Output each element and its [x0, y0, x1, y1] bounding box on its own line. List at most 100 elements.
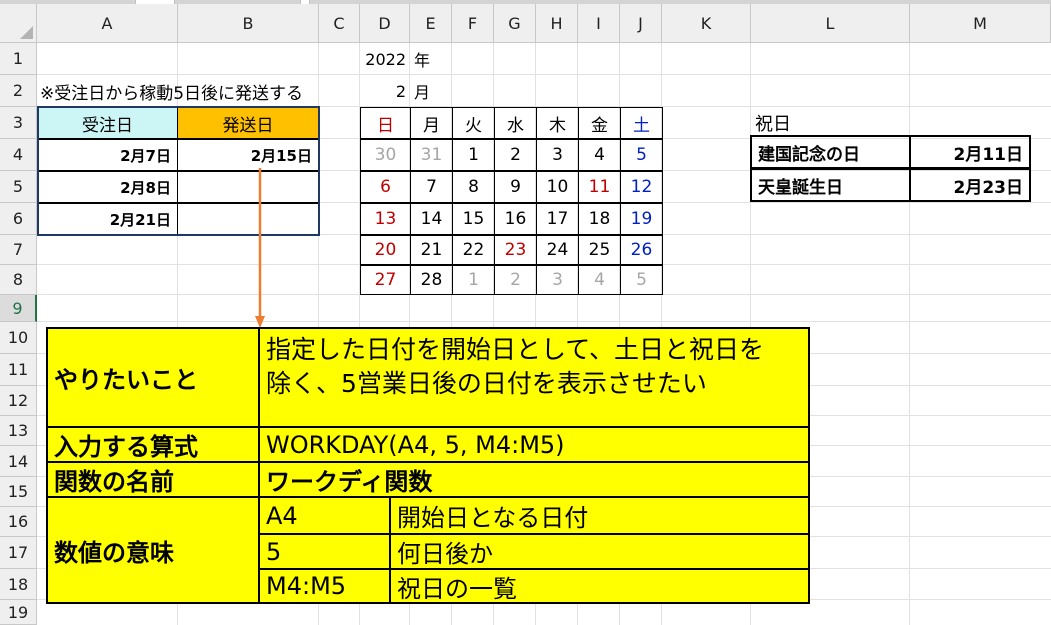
column-header-h[interactable]: H: [536, 4, 578, 43]
calendar-weekday[interactable]: 木: [536, 107, 579, 139]
calendar-day[interactable]: 3: [536, 265, 579, 295]
column-header-e[interactable]: E: [410, 4, 452, 43]
calendar-day[interactable]: 1: [452, 139, 495, 171]
calendar-day[interactable]: 1: [452, 265, 495, 295]
column-header-a[interactable]: A: [37, 4, 178, 43]
calendar-day[interactable]: 8: [452, 171, 495, 203]
holiday-name-cell[interactable]: 建国記念の日: [750, 135, 911, 169]
column-header-m[interactable]: M: [910, 4, 1051, 43]
calendar-day[interactable]: 9: [494, 171, 537, 203]
argument-name[interactable]: 5: [258, 533, 391, 570]
calendar-day[interactable]: 7: [410, 171, 453, 203]
month-unit: 月: [414, 83, 431, 102]
row-header-6[interactable]: 6: [0, 203, 37, 235]
formula-text[interactable]: WORKDAY(A4, 5, M4:M5): [258, 426, 810, 463]
calendar-day[interactable]: 24: [536, 235, 579, 265]
select-all-triangle-icon: [20, 26, 33, 39]
calendar-day[interactable]: 17: [536, 203, 579, 235]
row-header-19[interactable]: 19: [0, 600, 37, 625]
row-header-3[interactable]: 3: [0, 107, 37, 139]
calendar-day[interactable]: 28: [410, 265, 453, 295]
calendar-day[interactable]: 25: [578, 235, 621, 265]
calendar-weekday[interactable]: 月: [410, 107, 453, 139]
calendar-weekday[interactable]: 金: [578, 107, 621, 139]
calendar-day[interactable]: 20: [360, 235, 411, 265]
want-text-line1: 指定した日付を開始日として、土日と祝日を: [266, 335, 765, 364]
column-header-f[interactable]: F: [452, 4, 494, 43]
calendar-day[interactable]: 21: [410, 235, 453, 265]
calendar-day[interactable]: 5: [620, 139, 663, 171]
row-header-11[interactable]: 11: [0, 354, 37, 386]
row-header-13[interactable]: 13: [0, 416, 37, 446]
calendar-day[interactable]: 19: [620, 203, 663, 235]
calendar-weekday[interactable]: 土: [620, 107, 663, 139]
row-header-1[interactable]: 1: [0, 43, 37, 75]
calendar-day[interactable]: 2: [494, 139, 537, 171]
row-header-7[interactable]: 7: [0, 235, 37, 265]
gridline-horizontal: [37, 321, 1051, 322]
calendar-day[interactable]: 6: [360, 171, 411, 203]
function-name[interactable]: ワークディ関数: [258, 461, 810, 498]
want-text-line2: 除く、5営業日後の日付を表示させたい: [266, 369, 707, 398]
meaning-label[interactable]: 数値の意味: [46, 496, 260, 604]
pointer-arrow-icon: [255, 168, 265, 328]
row-header-9[interactable]: 9: [0, 295, 37, 322]
calendar-day[interactable]: 16: [494, 203, 537, 235]
calendar-day[interactable]: 15: [452, 203, 495, 235]
calendar-weekday[interactable]: 水: [494, 107, 537, 139]
shipping-note: ※受注日から稼動5日後に発送する: [40, 83, 304, 104]
calendar-day[interactable]: 18: [578, 203, 621, 235]
calendar-day[interactable]: 27: [360, 265, 411, 295]
calendar-day[interactable]: 4: [578, 265, 621, 295]
argument-meaning[interactable]: 祝日の一覧: [389, 568, 810, 604]
holiday-date-cell[interactable]: 2月11日: [909, 135, 1031, 169]
calendar-day[interactable]: 2: [494, 265, 537, 295]
row-header-15[interactable]: 15: [0, 477, 37, 507]
calendar-day[interactable]: 5: [620, 265, 663, 295]
calendar-day[interactable]: 11: [578, 171, 621, 203]
calendar-day[interactable]: 31: [410, 139, 453, 171]
column-header-k[interactable]: K: [662, 4, 751, 43]
gridline-vertical: [909, 43, 910, 625]
column-header-i[interactable]: I: [578, 4, 620, 43]
calendar-day[interactable]: 13: [360, 203, 411, 235]
row-header-2[interactable]: 2: [0, 75, 37, 107]
calendar-day[interactable]: 4: [578, 139, 621, 171]
row-header-18[interactable]: 18: [0, 569, 37, 600]
column-header-g[interactable]: G: [494, 4, 536, 43]
column-header-j[interactable]: J: [620, 4, 662, 43]
row-header-14[interactable]: 14: [0, 446, 37, 477]
column-header-c[interactable]: C: [319, 4, 360, 43]
calendar-day[interactable]: 3: [536, 139, 579, 171]
select-all-corner[interactable]: [0, 4, 37, 43]
calendar-day[interactable]: 23: [494, 235, 537, 265]
row-header-12[interactable]: 12: [0, 386, 37, 416]
calendar-day[interactable]: 26: [620, 235, 663, 265]
row-header-16[interactable]: 16: [0, 507, 37, 537]
calendar-day[interactable]: 10: [536, 171, 579, 203]
row-header-10[interactable]: 10: [0, 322, 37, 354]
column-header-d[interactable]: D: [360, 4, 410, 43]
argument-meaning[interactable]: 開始日となる日付: [389, 496, 810, 535]
want-label[interactable]: やりたいこと: [46, 327, 260, 428]
calendar-weekday[interactable]: 火: [452, 107, 495, 139]
row-header-4[interactable]: 4: [0, 139, 37, 171]
holiday-date-cell[interactable]: 2月23日: [909, 168, 1031, 202]
want-text[interactable]: 指定した日付を開始日として、土日と祝日を 除く、5営業日後の日付を表示させたい: [258, 327, 810, 428]
row-header-17[interactable]: 17: [0, 537, 37, 569]
calendar-weekday[interactable]: 日: [360, 107, 411, 139]
row-header-8[interactable]: 8: [0, 265, 37, 295]
argument-name[interactable]: M4:M5: [258, 568, 391, 604]
formula-label[interactable]: 入力する算式: [46, 426, 260, 463]
calendar-day[interactable]: 12: [620, 171, 663, 203]
function-label[interactable]: 関数の名前: [46, 461, 260, 498]
calendar-day[interactable]: 22: [452, 235, 495, 265]
row-header-5[interactable]: 5: [0, 171, 37, 203]
column-header-b[interactable]: B: [178, 4, 319, 43]
argument-meaning[interactable]: 何日後か: [389, 533, 810, 570]
holiday-name-cell[interactable]: 天皇誕生日: [750, 168, 911, 202]
calendar-day[interactable]: 30: [360, 139, 411, 171]
calendar-day[interactable]: 14: [410, 203, 453, 235]
column-header-l[interactable]: L: [751, 4, 910, 43]
argument-name[interactable]: A4: [258, 496, 391, 535]
